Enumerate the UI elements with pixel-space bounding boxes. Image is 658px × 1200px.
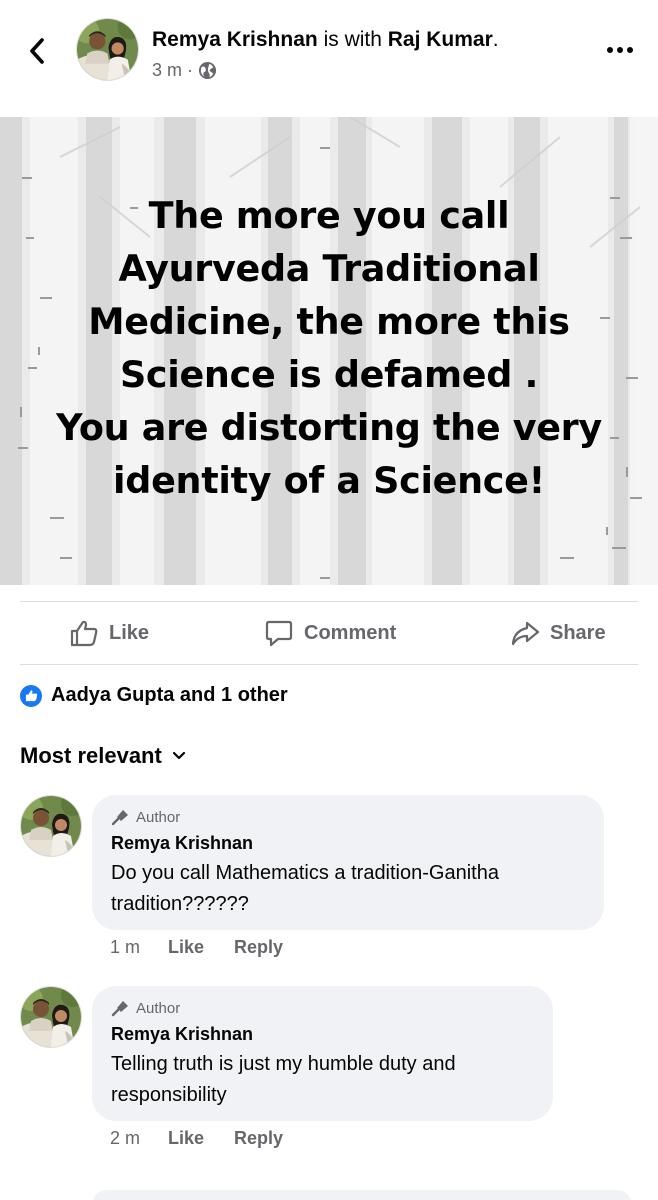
commenter-avatar[interactable] — [20, 986, 82, 1048]
like-label: Like — [109, 621, 150, 644]
comment-like-button[interactable]: Like — [168, 1128, 234, 1149]
tagged-name[interactable]: Raj Kumar — [388, 28, 493, 51]
comment-text: Telling truth is just my humble duty and… — [111, 1053, 456, 1106]
comment-time: 1 m — [110, 937, 141, 957]
globe-icon[interactable] — [198, 61, 217, 80]
post-quote-text: The more you call Ayurveda Traditional M… — [0, 189, 658, 507]
share-label: Share — [550, 621, 606, 644]
comment-meta: 2 m Like Reply — [110, 1128, 283, 1149]
sort-label: Most relevant — [20, 743, 162, 768]
more-horizontal-icon — [607, 47, 613, 53]
like-button[interactable]: Like — [69, 618, 149, 648]
comment-label: Comment — [304, 621, 397, 644]
microphone-icon — [111, 810, 128, 826]
chevron-left-icon — [30, 38, 44, 64]
more-options-button[interactable] — [602, 38, 638, 62]
comment-meta: 1 m Like Reply — [110, 937, 283, 958]
comment-bubble[interactable]: Author Remya Krishnan Do you call Mathem… — [92, 795, 604, 930]
post-line: Medicine, the more this — [88, 300, 570, 343]
thumbs-up-icon — [70, 620, 98, 647]
post-line: The more you call — [148, 194, 510, 237]
next-comment-bubble[interactable] — [92, 1190, 632, 1200]
commenter-name[interactable]: Remya Krishnan — [111, 1022, 534, 1046]
chevron-down-icon — [172, 751, 185, 760]
post-actions-bar: Like Comment Share — [20, 602, 638, 664]
post-line: You are distorting the very — [56, 406, 602, 449]
reactions-summary[interactable]: Aadya Gupta and 1 other — [20, 684, 288, 707]
comment-reply-button[interactable]: Reply — [234, 937, 283, 958]
post-image[interactable]: The more you call Ayurveda Traditional M… — [0, 117, 658, 585]
commenter-avatar[interactable] — [20, 795, 82, 857]
comment-item: Author Remya Krishnan Telling truth is j… — [20, 986, 650, 1156]
post-line: identity of a Science! — [113, 459, 545, 502]
comment-item: Author Remya Krishnan Do you call Mathem… — [20, 795, 650, 965]
comment-reply-button[interactable]: Reply — [234, 1128, 283, 1149]
comment-sort-dropdown[interactable]: Most relevant — [20, 743, 186, 769]
back-button[interactable] — [22, 32, 52, 70]
post-header: Remya Krishnan is with Raj Kumar. 3 m · — [0, 0, 658, 110]
author-badge: Author — [111, 807, 585, 827]
author-badge: Author — [111, 998, 534, 1018]
post-author-line: Remya Krishnan is with Raj Kumar. — [152, 28, 499, 51]
comment-icon — [265, 620, 293, 647]
comment-like-button[interactable]: Like — [168, 937, 234, 958]
comment-text: Do you call Mathematics a tradition-Gani… — [111, 862, 499, 915]
author-name[interactable]: Remya Krishnan — [152, 28, 318, 51]
comment-time: 2 m — [110, 1128, 141, 1148]
like-badge-icon — [20, 684, 42, 707]
with-text: is with — [317, 28, 388, 51]
share-button[interactable]: Share — [510, 618, 606, 648]
post-line: Science is defamed . — [119, 353, 539, 396]
divider — [20, 664, 638, 665]
author-avatar[interactable] — [76, 18, 139, 81]
share-icon — [511, 621, 540, 646]
post-time: 3 m · — [152, 60, 194, 80]
post-meta: 3 m · — [152, 60, 217, 81]
post-line: Ayurveda Traditional — [118, 247, 540, 290]
reactions-text: Aadya Gupta and 1 other — [51, 684, 288, 706]
comment-bubble[interactable]: Author Remya Krishnan Telling truth is j… — [92, 986, 553, 1121]
commenter-name[interactable]: Remya Krishnan — [111, 831, 585, 855]
microphone-icon — [111, 1001, 128, 1017]
